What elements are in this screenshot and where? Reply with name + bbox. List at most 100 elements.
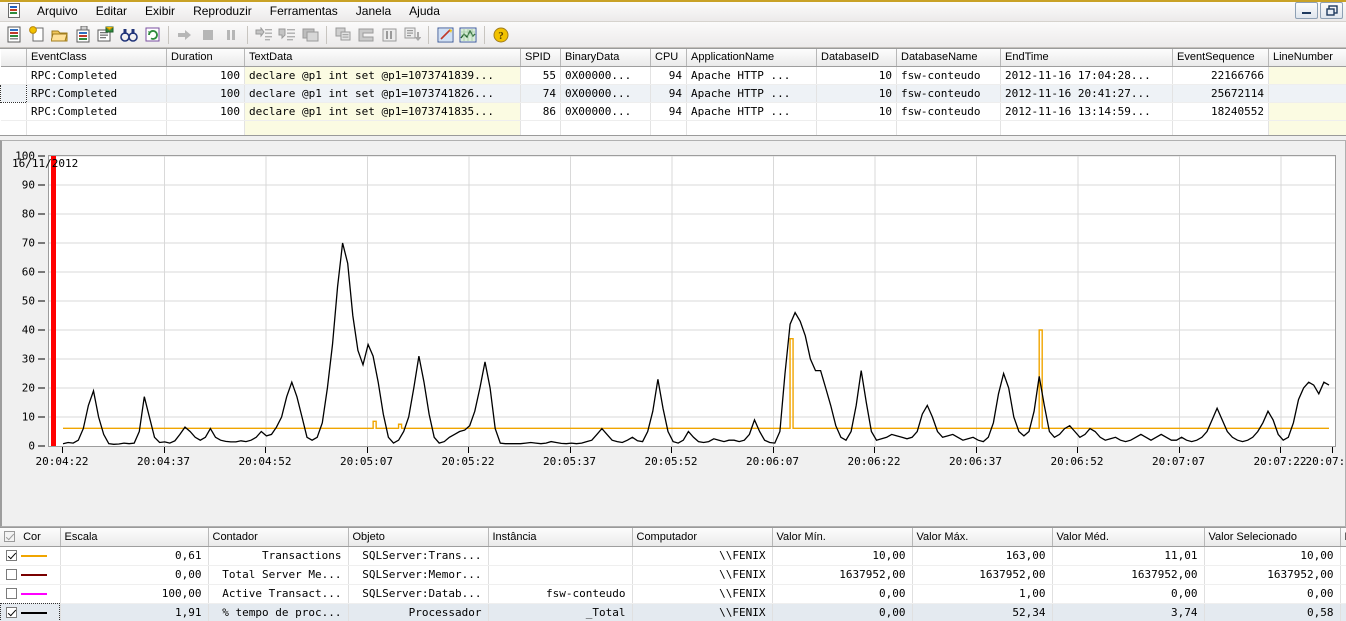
- col-header-applicationname[interactable]: ApplicationName: [686, 49, 817, 67]
- table-row[interactable]: RPC:Completed 100 declare @p1 int set @p…: [0, 102, 1346, 121]
- menu-arquivo[interactable]: Arquivo: [28, 1, 87, 21]
- new-trace-icon[interactable]: [3, 24, 25, 46]
- cell-cpu: 94: [650, 102, 687, 121]
- step-into-icon[interactable]: [253, 24, 275, 46]
- cell-databaseid: 10: [816, 102, 897, 121]
- toggle-breakpoint-icon[interactable]: [299, 24, 321, 46]
- new-template-icon[interactable]: [26, 24, 48, 46]
- row-marker[interactable]: [0, 83, 27, 103]
- run-to-cursor-icon[interactable]: [276, 24, 298, 46]
- save-icon[interactable]: [72, 24, 94, 46]
- cell-textdata: declare @p1 int set @p1=1073741835...: [244, 102, 521, 121]
- aggregate-view-icon[interactable]: [355, 24, 377, 46]
- col-header-eventsequence[interactable]: EventSequence: [1172, 49, 1269, 67]
- cell-applicationname: Apache HTTP ...: [686, 84, 817, 103]
- legend-row[interactable]: 100,00 Active Transact... SQLServer:Datab.…: [0, 584, 1346, 604]
- legend-cell-objeto: Processador: [348, 603, 489, 621]
- menu-ferramentas[interactable]: Ferramentas: [261, 1, 347, 21]
- col-header-eventclass[interactable]: EventClass: [26, 49, 167, 67]
- legend-visibility-checkbox[interactable]: [6, 569, 17, 580]
- y-axis-tick-label: 90: [21, 178, 35, 192]
- col-header-valor-med[interactable]: Valor Méd.: [1052, 528, 1205, 547]
- menu-janela[interactable]: Janela: [347, 1, 400, 21]
- open-folder-icon[interactable]: [49, 24, 71, 46]
- col-header-binarydata[interactable]: BinaryData: [560, 49, 651, 67]
- col-header-objeto[interactable]: Objeto: [348, 528, 489, 547]
- legend-header-row: Cor Escala Contador Objeto Instância Com…: [0, 528, 1346, 547]
- restore-button[interactable]: [1320, 2, 1343, 19]
- row-marker[interactable]: [0, 66, 27, 85]
- legend-visibility-checkbox[interactable]: [6, 607, 17, 618]
- legend-visibility-checkbox[interactable]: [6, 550, 17, 561]
- table-row[interactable]: RPC:Completed 100 declare @p1 int set @p…: [0, 83, 1346, 103]
- y-axis-tick: [38, 242, 45, 244]
- organize-columns-icon[interactable]: [401, 24, 423, 46]
- col-header-databaseid[interactable]: DatabaseID: [816, 49, 897, 67]
- col-header-valor-max[interactable]: Valor Máx.: [912, 528, 1053, 547]
- legend-visibility-checkbox[interactable]: [6, 588, 17, 599]
- stop-square-icon[interactable]: [197, 24, 219, 46]
- legend-cell-instancia: fsw-conteudo: [488, 584, 633, 604]
- col-header-databasename[interactable]: DatabaseName: [896, 49, 1001, 67]
- y-axis-tick: [38, 271, 45, 273]
- col-header-valor-min[interactable]: Valor Mín.: [772, 528, 913, 547]
- chart-plot-area[interactable]: [48, 155, 1336, 447]
- menu-ajuda[interactable]: Ajuda: [400, 1, 449, 21]
- legend-color-cell[interactable]: [0, 603, 61, 621]
- cell-duration: 100: [166, 102, 245, 121]
- pause-icon[interactable]: [220, 24, 242, 46]
- legend-row[interactable]: 0,61 Transactions SQLServer:Trans... \\FENI…: [0, 546, 1346, 566]
- legend-row[interactable]: 0,00 Total Server Me... SQLServer:Memor...…: [0, 565, 1346, 585]
- col-header-h[interactable]: H: [1340, 528, 1346, 547]
- col-header-computador[interactable]: Computador: [632, 528, 773, 547]
- column-filter-icon[interactable]: [378, 24, 400, 46]
- menu-exibir[interactable]: Exibir: [136, 1, 184, 21]
- query-analyzer-icon[interactable]: [434, 24, 456, 46]
- col-header-duration[interactable]: Duration: [166, 49, 245, 67]
- find-binoculars-icon[interactable]: [118, 24, 140, 46]
- legend-cell-objeto: SQLServer:Datab...: [348, 584, 489, 604]
- legend-row[interactable]: 1,91% tempo de proc... Processador _Total \…: [0, 603, 1346, 621]
- cell-spid: 74: [520, 84, 561, 103]
- group-columns-icon[interactable]: [332, 24, 354, 46]
- counters-legend-grid: Cor Escala Contador Objeto Instância Com…: [0, 527, 1346, 621]
- legend-color-cell[interactable]: [0, 565, 61, 585]
- help-question-icon[interactable]: ?: [490, 24, 512, 46]
- col-header-linenumber[interactable]: LineNumber: [1268, 49, 1346, 67]
- table-header-row: EventClass Duration TextData SPID Binary…: [0, 49, 1346, 67]
- x-axis-tick-label: 20:07:22: [1253, 455, 1307, 468]
- col-header-spid[interactable]: SPID: [520, 49, 561, 67]
- col-header-contador[interactable]: Contador: [208, 528, 349, 547]
- legend-cell-valor-selecionado: 0,00: [1204, 584, 1341, 604]
- col-header-rowmark[interactable]: [0, 49, 27, 67]
- col-header-escala[interactable]: Escala: [60, 528, 209, 547]
- refresh-icon[interactable]: [141, 24, 163, 46]
- col-header-cor[interactable]: Cor: [0, 528, 61, 547]
- legend-cell-h: 1: [1340, 565, 1346, 585]
- col-header-instancia[interactable]: Instância: [488, 528, 633, 547]
- legend-color-cell[interactable]: [0, 546, 61, 566]
- cell-endtime: 2012-11-16 17:04:28...: [1000, 66, 1173, 85]
- x-axis-tick-label: 20:07:07: [1152, 455, 1205, 468]
- table-row[interactable]: RPC:Completed 100 declare @p1 int set @p…: [0, 66, 1346, 85]
- performance-chart-panel[interactable]: 0 10 20 30 40 50 60 70 80 90 100 20:04:22 20:04:37 2…: [0, 140, 1346, 527]
- properties-icon[interactable]: [95, 24, 117, 46]
- row-marker[interactable]: [0, 102, 27, 121]
- legend-color-swatch: [21, 611, 47, 614]
- menu-editar[interactable]: Editar: [87, 1, 136, 21]
- col-header-cpu[interactable]: CPU: [650, 49, 687, 67]
- legend-color-cell[interactable]: [0, 584, 61, 604]
- run-play-icon[interactable]: [174, 24, 196, 46]
- legend-cell-computador: \\FENIX: [632, 584, 773, 604]
- select-all-checkbox[interactable]: [4, 531, 15, 543]
- col-header-endtime[interactable]: EndTime: [1000, 49, 1173, 67]
- col-header-valor-selecionado[interactable]: Valor Selecionado: [1204, 528, 1341, 547]
- menu-reproduzir[interactable]: Reproduzir: [184, 1, 261, 21]
- performance-monitor-icon[interactable]: [457, 24, 479, 46]
- minimize-button[interactable]: [1295, 2, 1318, 19]
- x-axis-tick-label: 20:07:31: [1305, 455, 1346, 468]
- col-header-textdata[interactable]: TextData: [244, 49, 521, 67]
- cell-linenumber: [1268, 84, 1346, 103]
- y-axis-tick-label: 40: [21, 323, 35, 337]
- cell-linenumber: [1268, 66, 1346, 85]
